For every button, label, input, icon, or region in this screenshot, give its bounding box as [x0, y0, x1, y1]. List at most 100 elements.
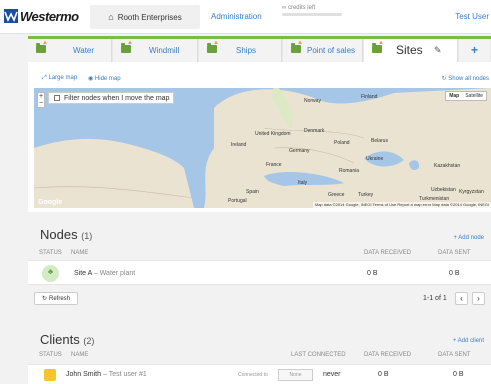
tab-point-of-sales[interactable]: ▲ Point of sales	[283, 39, 363, 62]
nodes-title-text: Nodes	[40, 227, 78, 242]
folder-icon	[372, 43, 382, 53]
col-status: STATUS	[39, 352, 62, 358]
node-data-received: 0 B	[367, 270, 378, 277]
large-map-label: Large map	[48, 75, 78, 81]
checkbox-box[interactable]	[54, 95, 60, 101]
expand-icon: ⤢	[42, 75, 47, 81]
add-client-button[interactable]: + Add client	[453, 338, 484, 344]
pager-text: 1-1 of 1	[423, 295, 447, 302]
map-type-control[interactable]: Map Satellite	[445, 91, 487, 101]
client-name[interactable]: John Smith – Test user #1	[66, 371, 147, 378]
refresh-button[interactable]: ↻ Refresh	[34, 292, 78, 305]
node-subtitle: – Water plant	[93, 270, 136, 277]
eye-icon: ◉	[88, 76, 94, 82]
administration-link[interactable]: Administration	[211, 12, 262, 21]
tab-sites[interactable]: ▲ Sites ✎	[364, 39, 458, 64]
tab-label: Ships	[236, 46, 257, 55]
prev-page-button[interactable]: ‹	[455, 292, 468, 305]
warning-icon: ▲	[127, 40, 133, 46]
next-page-button[interactable]: ›	[472, 292, 485, 305]
folder-icon	[291, 43, 301, 53]
tab-label: Sites	[396, 43, 423, 57]
place-label: Poland	[334, 140, 350, 146]
client-last-connected: never	[323, 371, 341, 378]
place-label: Spain	[246, 189, 259, 195]
map-panel: ⤢ Large map ◉ Hide map ↻ Show all nodes …	[28, 62, 491, 212]
col-last-connected: LAST CONNECTED	[291, 352, 346, 358]
edit-icon[interactable]: ✎	[434, 45, 442, 56]
place-label: France	[266, 162, 282, 168]
node-name[interactable]: Site A – Water plant	[74, 270, 135, 277]
col-data-received: DATA RECEIVED	[364, 250, 412, 256]
client-name-text: John Smith	[66, 371, 102, 378]
place-label: Germany	[289, 148, 310, 154]
place-label: United Kingdom	[255, 131, 291, 137]
logo-w-icon	[4, 9, 18, 23]
place-label: Ukraine	[366, 156, 384, 162]
show-all-nodes-link[interactable]: ↻ Show all nodes	[442, 75, 489, 82]
place-label: Belarus	[371, 138, 388, 144]
show-all-nodes-label: Show all nodes	[448, 76, 489, 82]
add-site-button[interactable]: +	[459, 39, 490, 62]
place-label: Italy	[298, 180, 308, 186]
westermo-logo[interactable]: Westermo	[4, 6, 79, 28]
filter-label: Filter nodes when I move the map	[64, 94, 170, 102]
map-attribution[interactable]: Map data ©2014 Google, INEGI Terms of Us…	[312, 202, 491, 208]
col-data-sent: DATA SENT	[438, 250, 471, 256]
folder-icon	[207, 43, 217, 53]
client-status-icon	[44, 369, 56, 381]
tab-label: Windmill	[149, 46, 180, 55]
place-label: Romania	[339, 168, 360, 174]
refresh-label: Refresh	[49, 295, 71, 302]
place-label: Kazakhstan	[434, 163, 461, 169]
col-status: STATUS	[39, 250, 62, 256]
nodes-title: Nodes (1)	[40, 227, 92, 242]
map-type-satellite[interactable]: Satellite	[462, 92, 486, 100]
nodes-count: (1)	[81, 231, 93, 241]
logo-text: Westermo	[20, 9, 79, 24]
warning-icon: ▲	[378, 40, 384, 46]
client-data-sent: 0 B	[453, 371, 464, 378]
refresh-icon: ↻	[441, 76, 447, 82]
map-type-map[interactable]: Map	[446, 92, 462, 100]
col-data-sent: DATA SENT	[438, 352, 471, 358]
tab-label: Water	[73, 46, 95, 55]
col-data-received: DATA RECEIVED	[364, 352, 412, 358]
clients-title-text: Clients	[40, 332, 80, 347]
add-node-button[interactable]: + Add node	[453, 235, 484, 241]
connected-to-select[interactable]: None	[278, 369, 313, 381]
place-label: Portugal	[228, 198, 247, 204]
zoom-in-button[interactable]: +	[39, 93, 43, 100]
place-label: Kyrgyzstan	[459, 189, 484, 195]
company-name: Rooth Enterprises	[117, 12, 182, 22]
company-tab[interactable]: ⌂ Rooth Enterprises	[90, 5, 200, 29]
refresh-icon: ↻	[41, 296, 47, 302]
tab-ships[interactable]: ▲ Ships	[199, 39, 282, 62]
map-canvas[interactable]: + − Filter nodes when I move the map Map …	[34, 88, 491, 208]
credits-text: ∞ credits left	[282, 5, 316, 11]
home-icon: ⌂	[108, 12, 114, 22]
node-data-sent: 0 B	[449, 270, 460, 277]
table-row[interactable]: John Smith – Test user #1 Connected to N…	[28, 364, 491, 384]
large-map-link[interactable]: ⤢ Large map	[42, 75, 77, 82]
filter-nodes-checkbox[interactable]: Filter nodes when I move the map	[48, 92, 174, 104]
place-label: Ireland	[231, 142, 247, 148]
table-row[interactable]: Site A – Water plant 0 B 0 B	[28, 260, 491, 285]
place-label: Norway	[304, 98, 321, 104]
place-label: Turkey	[358, 192, 374, 198]
place-label: Uzbekistan	[431, 187, 456, 193]
zoom-control[interactable]: + −	[37, 92, 45, 108]
node-name-text: Site A	[74, 270, 92, 277]
clients-count: (2)	[83, 336, 95, 346]
place-label: Greece	[328, 192, 345, 198]
tab-windmill[interactable]: ▲ Windmill	[113, 39, 198, 62]
hide-map-link[interactable]: ◉ Hide map	[88, 75, 121, 82]
client-data-received: 0 B	[378, 371, 389, 378]
col-name: NAME	[71, 250, 89, 256]
warning-icon: ▲	[213, 40, 219, 46]
tab-label: Point of sales	[307, 46, 356, 55]
tab-water[interactable]: ▲ Water	[28, 39, 112, 62]
zoom-out-button[interactable]: −	[39, 100, 43, 107]
user-menu[interactable]: Test User	[455, 12, 489, 21]
credits-bar	[282, 13, 342, 16]
